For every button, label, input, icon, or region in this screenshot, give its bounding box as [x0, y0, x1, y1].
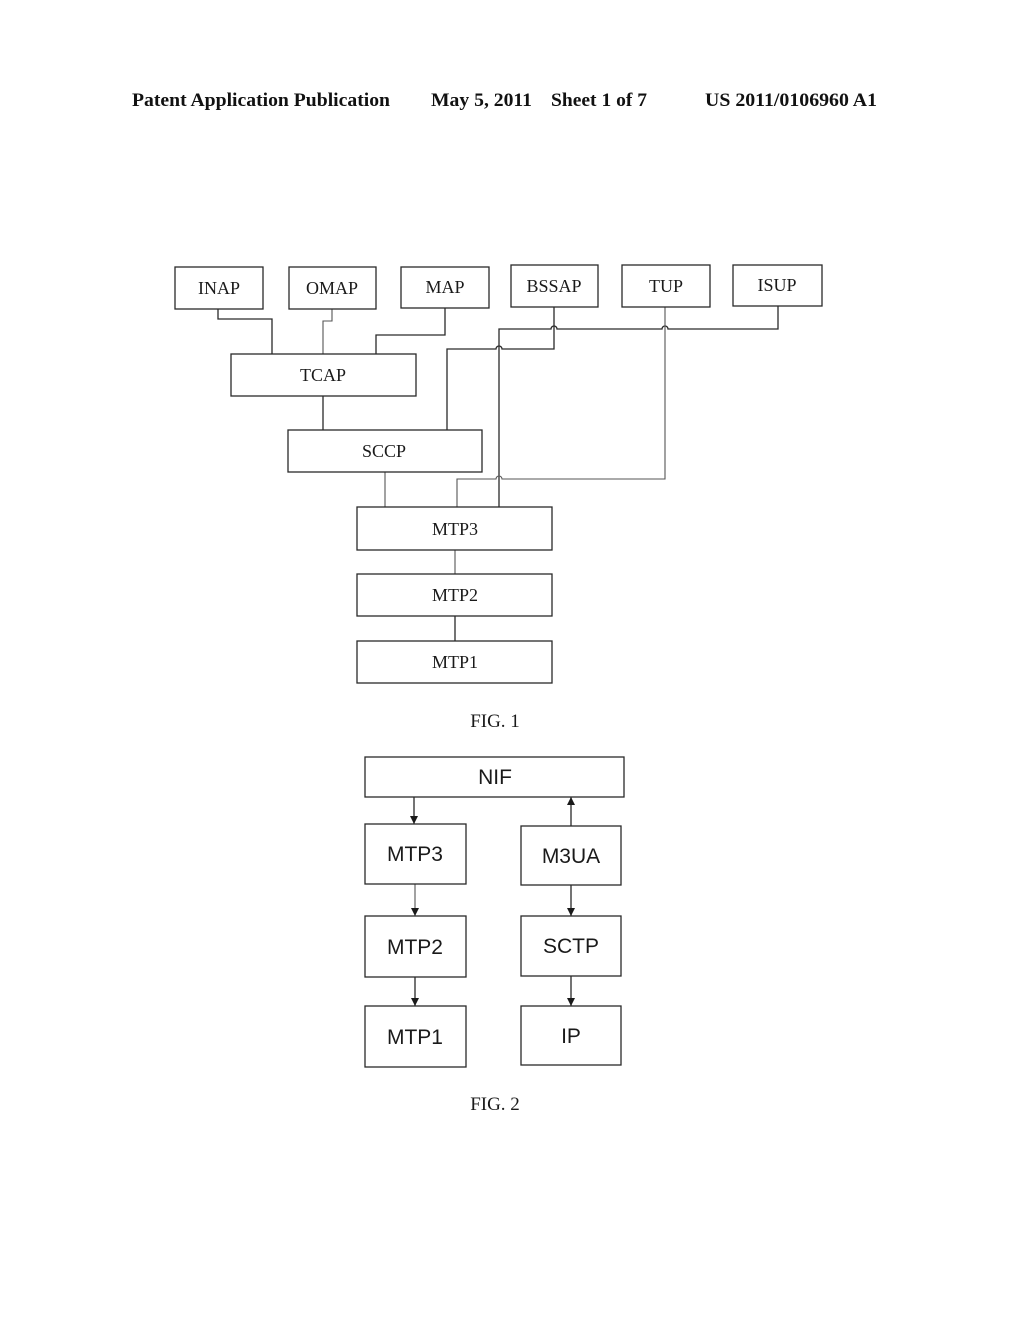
box-mtp3-fig2-label: MTP3: [387, 843, 443, 866]
publication-type: Patent Application Publication: [132, 90, 390, 111]
box-isup-label: ISUP: [757, 275, 796, 295]
box-bssap: BSSAP: [510, 264, 599, 308]
box-mtp2: MTP2: [356, 573, 553, 617]
box-mtp2-label: MTP2: [432, 585, 478, 605]
box-isup: ISUP: [732, 264, 823, 307]
box-m3ua-label: M3UA: [542, 845, 600, 868]
box-sccp-label: SCCP: [362, 441, 406, 461]
figure-1-caption: FIG. 1: [470, 711, 520, 732]
box-ip-label: IP: [561, 1025, 581, 1048]
box-omap: OMAP: [288, 266, 377, 310]
edge-map-tcap: [375, 308, 446, 354]
box-inap: INAP: [174, 266, 264, 310]
box-mtp1-fig2: MTP1: [364, 1005, 467, 1068]
box-map-label: MAP: [425, 277, 464, 297]
edge-tup-mtp3: [456, 307, 666, 507]
figure-2-caption: FIG. 2: [470, 1094, 520, 1115]
figure-2: NIF MTP3 MTP2 MTP1 M3UA SCTP IP FIG. 2: [364, 756, 625, 1115]
box-mtp2-fig2: MTP2: [364, 915, 467, 978]
box-nif: NIF: [364, 756, 625, 798]
box-mtp3-label: MTP3: [432, 519, 478, 539]
edge-bssap-sccp: [446, 307, 555, 430]
box-inap-label: INAP: [198, 278, 240, 298]
box-sctp-label: SCTP: [543, 935, 599, 958]
box-sctp: SCTP: [520, 915, 622, 977]
box-mtp3: MTP3: [356, 506, 553, 551]
box-sccp: SCCP: [287, 429, 483, 473]
edge-isup-mtp3: [498, 306, 779, 507]
patent-drawing-sheet: Patent Application Publication May 5, 20…: [132, 90, 877, 1115]
box-mtp1-fig2-label: MTP1: [387, 1026, 443, 1049]
box-tcap-label: TCAP: [300, 365, 346, 385]
page-header: Patent Application Publication May 5, 20…: [132, 90, 877, 111]
edge-omap-tcap: [322, 309, 333, 354]
box-mtp2-fig2-label: MTP2: [387, 936, 443, 959]
box-tup-label: TUP: [649, 276, 683, 296]
publication-number: US 2011/0106960 A1: [705, 90, 877, 111]
box-bssap-label: BSSAP: [526, 276, 581, 296]
box-omap-label: OMAP: [306, 278, 358, 298]
box-m3ua: M3UA: [520, 825, 622, 886]
figure-1: INAP OMAP MAP BSSAP TUP ISUP TCAP SCCP M…: [174, 264, 823, 732]
publication-date: May 5, 2011: [431, 90, 532, 111]
edge-inap-tcap: [217, 309, 273, 354]
box-tup: TUP: [621, 264, 711, 308]
box-map: MAP: [400, 266, 490, 309]
box-ip: IP: [520, 1005, 622, 1066]
sheet-number: Sheet 1 of 7: [551, 90, 648, 111]
box-mtp3-fig2: MTP3: [364, 823, 467, 885]
box-mtp1-label: MTP1: [432, 652, 478, 672]
box-nif-label: NIF: [478, 766, 512, 789]
box-mtp1: MTP1: [356, 640, 553, 684]
box-tcap: TCAP: [230, 353, 417, 397]
